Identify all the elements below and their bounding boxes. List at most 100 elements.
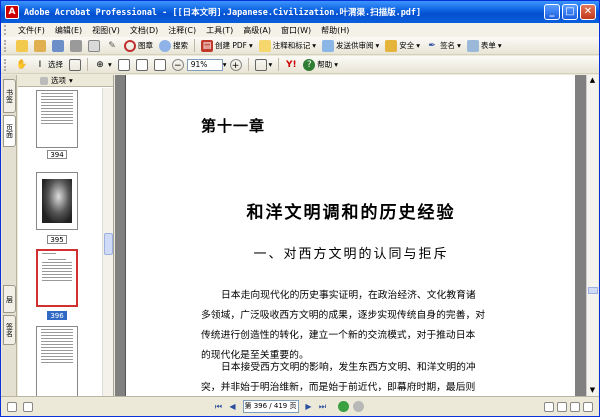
select-tool-button[interactable]: I 选择 [31,57,66,73]
close-button[interactable]: ✕ [580,4,596,20]
tab-pages[interactable]: 页面 [3,115,16,147]
zoom-out-button[interactable]: − [169,57,187,73]
hand-tool-button[interactable]: ✋ [13,57,31,73]
menu-document[interactable]: 文档(D) [125,25,163,36]
next-page-icon[interactable]: ▶ [302,400,316,413]
print-button[interactable] [67,38,85,54]
page-thumbnail[interactable] [36,326,78,396]
save-button[interactable] [49,38,67,54]
thumbnail-label[interactable]: 395 [47,235,67,244]
thumbnail-label[interactable]: 396 [47,311,67,320]
page-thumbnail[interactable] [36,172,78,230]
actual-size-button[interactable] [115,57,133,73]
continuous-icon[interactable] [557,401,567,412]
last-page-icon[interactable]: ⏭ [316,400,330,413]
previous-view-icon[interactable] [337,401,349,412]
page-number-field[interactable]: 第 396 / 419 页 [242,400,299,413]
next-view-icon[interactable] [352,401,364,412]
menu-advanced[interactable]: 高级(A) [238,25,276,36]
tab-signatures[interactable]: 签名 [3,315,16,345]
page-thumbnail-selected[interactable] [36,249,78,307]
minimize-button[interactable]: _ [544,4,560,20]
forms-button[interactable]: 表单 ▾ [464,38,505,54]
document-status-icon[interactable] [7,401,17,412]
document-scrollbar[interactable]: ▲ ▼ [586,75,598,396]
select-label: 选择 [48,60,63,69]
menu-file[interactable]: 文件(F) [13,25,50,36]
print-icon [70,39,82,52]
tab-layers[interactable]: 层 [3,285,16,313]
menubar-grip[interactable] [4,25,10,35]
help-button[interactable]: ? 帮助 ▾ [300,57,341,73]
comment-markup-label: 注释和标记 [272,41,311,50]
chevron-down-icon: ▾ [375,41,380,50]
lock-icon [385,39,398,52]
yahoo-button[interactable]: Y! [282,57,300,73]
menu-window[interactable]: 窗口(W) [276,25,316,36]
text-line: 日本接受西方文明的影响，发生东西方文明、和洋文明的冲 [221,362,476,373]
navigation-pane: 书签 页面 层 签名 选项 ▾ 394 395 396 [1,75,114,396]
toolbar-grip[interactable] [4,58,10,71]
scroll-down-arrow-icon[interactable]: ▼ [587,385,598,396]
text-line: 传统进行创造性的转化，建立一个新的交流模式，对于推动日本 [201,330,476,341]
sign-button[interactable]: ✒ 签名 ▾ [423,38,464,54]
fit-page-button[interactable] [133,57,151,73]
menu-comments[interactable]: 注释(C) [163,25,201,36]
zoom-input[interactable]: 91% [186,58,223,71]
options-menu[interactable]: 选项 [51,75,66,86]
chevron-down-icon: ▾ [334,60,339,69]
maximize-button[interactable]: □ [562,4,578,20]
trash-icon[interactable] [40,76,48,85]
thumbnail-scrollbar[interactable] [102,88,113,396]
fit-width-button[interactable] [151,57,169,73]
attach-button[interactable]: ✎ [103,38,121,54]
facing-icon[interactable] [570,401,580,412]
menu-edit[interactable]: 编辑(E) [50,25,87,36]
toolbar-grip[interactable] [4,39,10,52]
scrollbar-thumb[interactable] [104,233,113,255]
send-review-button[interactable]: 发送供审阅 ▾ [319,38,382,54]
window-controls: _ □ ✕ [544,4,596,20]
chevron-down-icon: ▾ [457,41,461,50]
zoom-tool-button[interactable]: ⊕ ▾ [91,57,115,73]
scrollbar-thumb[interactable] [588,287,598,294]
plus-icon: + [229,58,242,71]
snapshot-button[interactable] [66,57,84,73]
pdf-page[interactable]: 第十一章 和洋文明调和的历史经验 一、对西方文明的认同与拒斥 日本走向现代化的历… [125,75,575,396]
organizer-icon [34,39,46,52]
single-page-icon[interactable] [544,401,554,412]
security-button[interactable]: 安全 ▾ [382,38,423,54]
scroll-up-arrow-icon[interactable]: ▲ [587,75,598,86]
thumbnail-list: 394 395 396 [18,88,102,396]
section-heading: 一、对西方文明的认同与拒斥 [253,247,449,262]
first-page-icon[interactable]: ⏮ [212,400,226,413]
rotate-button[interactable]: ▾ [252,57,276,73]
navigation-tabs: 书签 页面 层 签名 [2,75,17,396]
comment-markup-button[interactable]: 注释和标记 ▾ [256,38,319,54]
create-pdf-button[interactable]: ▤ 创建 PDF ▾ [198,38,256,54]
tab-bookmarks[interactable]: 书签 [3,79,16,113]
main-toolbar: ✎ 图章 搜索 ▤ 创建 PDF ▾ 注释和标记 ▾ 发送供审阅 ▾ 安全 ▾ ✒ 签名 ▾ … [1,37,599,55]
page-size-icon[interactable] [23,401,33,412]
previous-page-icon[interactable]: ◀ [226,400,240,413]
text-line: 突，并非始于明治维新，而是始于前近代，即幕府时期，最后则 [201,382,476,393]
organizer-button[interactable] [31,38,49,54]
chevron-down-icon: ▾ [249,41,253,50]
open-button[interactable] [13,38,31,54]
chevron-down-icon[interactable]: ▾ [69,76,73,85]
title-bar[interactable]: A Adobe Acrobat Professional - [[日本文明].J… [1,1,599,23]
forms-icon [466,39,479,52]
zoom-in-button[interactable]: + [227,57,245,73]
menu-view[interactable]: 视图(V) [87,25,125,36]
email-button[interactable] [85,38,103,54]
page-thumbnail[interactable] [36,90,78,148]
sign-label: 签名 [440,41,456,50]
picture-tasks-button[interactable]: 图章 [121,38,156,54]
continuous-facing-icon[interactable] [583,401,593,412]
menu-help[interactable]: 帮助(H) [316,25,354,36]
thumbnail-label[interactable]: 394 [47,150,67,159]
page-thumbnails-pane: 选项 ▾ 394 395 396 [18,75,113,396]
search-button[interactable]: 搜索 [156,38,191,54]
text-line: 多领域，广泛吸收西方文明的成果，逐步实现传统自身的完善，对 [201,310,486,321]
menu-tools[interactable]: 工具(T) [201,25,238,36]
